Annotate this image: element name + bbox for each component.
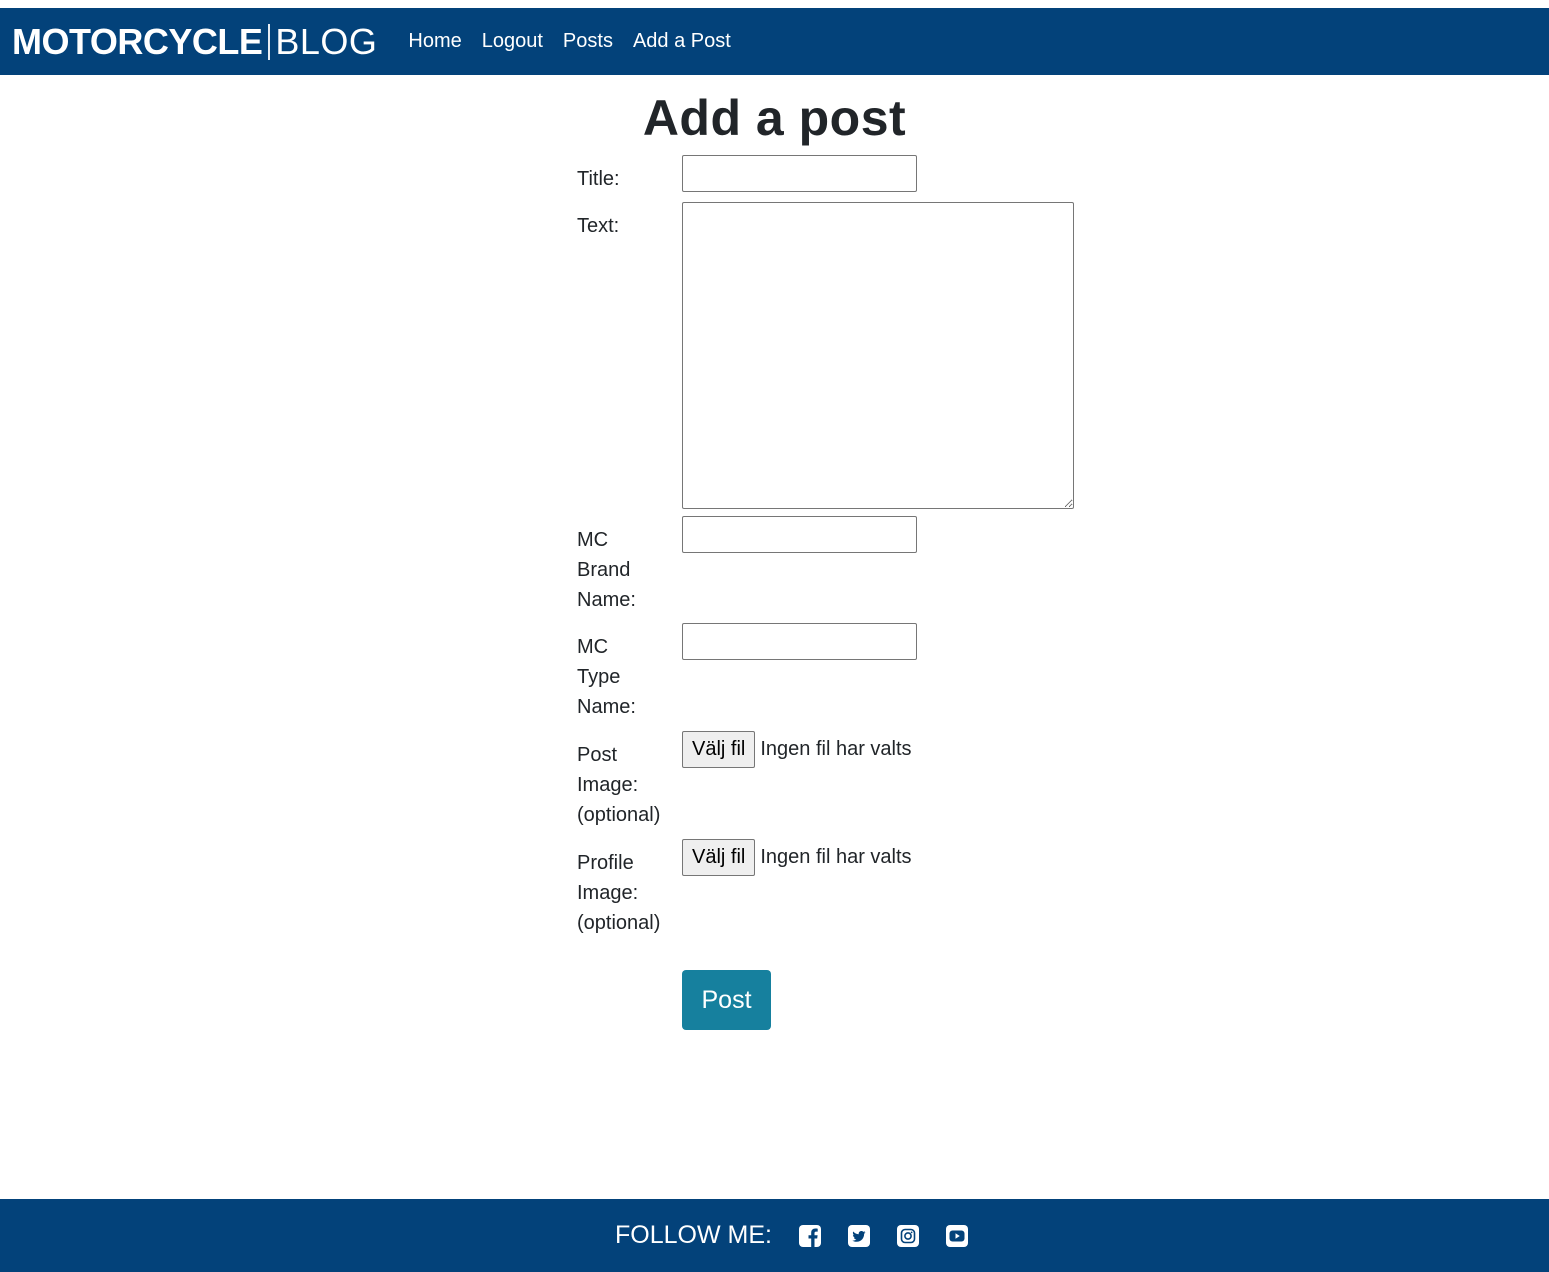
youtube-icon[interactable]: [945, 1224, 969, 1248]
profile-image-row: Profile Image: (optional) Välj fil Ingen…: [577, 839, 1097, 970]
type-row: MC Type Name:: [577, 623, 1097, 731]
brand-row: MC Brand Name:: [577, 516, 1097, 623]
facebook-icon[interactable]: [798, 1224, 822, 1248]
type-label-line: MC: [577, 636, 609, 658]
instagram-icon[interactable]: [896, 1224, 920, 1248]
profile-image-file-status: Ingen fil har valts: [760, 846, 912, 868]
title-row: Title:: [577, 155, 1097, 202]
brand-label: MC Brand Name:: [577, 516, 682, 623]
post-image-label-line: Image:: [577, 774, 639, 796]
brand-light: BLOG: [275, 20, 378, 62]
text-textarea[interactable]: [682, 202, 1074, 509]
profile-image-label-line: (optional): [577, 912, 661, 934]
submit-row: Post: [577, 970, 1097, 1030]
title-input[interactable]: [682, 155, 917, 192]
brand-label-line: MC: [577, 529, 609, 551]
post-image-label-line: Post: [577, 744, 618, 766]
brand-bold: MOTORCYCLE: [12, 20, 263, 62]
add-post-form: Title: Text: MC Brand Name: MC Type Name…: [577, 155, 1097, 1030]
follow-me-label: FOLLOW ME:: [615, 1221, 772, 1249]
brand-label-line: Name:: [577, 589, 636, 611]
nav-logout-link[interactable]: Logout: [482, 30, 543, 53]
profile-image-label: Profile Image: (optional): [577, 839, 682, 970]
brand-logo[interactable]: MOTORCYCLE BLOG: [12, 20, 378, 62]
type-label-line: Type: [577, 666, 621, 688]
title-label: Title:: [577, 168, 620, 190]
page-title: Add a post: [642, 90, 907, 146]
post-image-choose-file-button[interactable]: Välj fil: [682, 731, 756, 768]
nav-home-link[interactable]: Home: [408, 30, 461, 53]
profile-image-file-input: Välj fil Ingen fil har valts: [682, 839, 912, 876]
mc-brand-name-input[interactable]: [682, 516, 917, 553]
navbar: MOTORCYCLE BLOG Home Logout Posts Add a …: [0, 8, 1549, 75]
type-label-line: Name:: [577, 696, 636, 718]
post-submit-button[interactable]: Post: [682, 970, 771, 1030]
twitter-icon[interactable]: [847, 1224, 871, 1248]
profile-image-label-line: Image:: [577, 882, 639, 904]
nav-posts-link[interactable]: Posts: [563, 30, 613, 53]
post-image-row: Post Image: (optional) Välj fil Ingen fi…: [577, 731, 1097, 839]
text-row: Text:: [577, 202, 1097, 516]
profile-image-label-line: Profile: [577, 852, 634, 874]
footer: FOLLOW ME:: [0, 1199, 1549, 1272]
type-label: MC Type Name:: [577, 623, 682, 731]
text-label: Text:: [577, 215, 620, 237]
post-image-label-line: (optional): [577, 804, 661, 826]
page: MOTORCYCLE BLOG Home Logout Posts Add a …: [0, 0, 1549, 1272]
post-image-file-input: Välj fil Ingen fil har valts: [682, 731, 912, 768]
post-image-file-status: Ingen fil har valts: [760, 738, 912, 760]
mc-type-name-input[interactable]: [682, 623, 917, 660]
nav-links: Home Logout Posts Add a Post: [408, 30, 750, 53]
submit-spacer: [577, 970, 682, 1030]
brand-label-line: Brand: [577, 559, 631, 581]
post-image-label: Post Image: (optional): [577, 731, 682, 839]
profile-image-choose-file-button[interactable]: Välj fil: [682, 839, 756, 876]
nav-add-post-link[interactable]: Add a Post: [633, 30, 731, 53]
brand-separator: [268, 23, 271, 60]
